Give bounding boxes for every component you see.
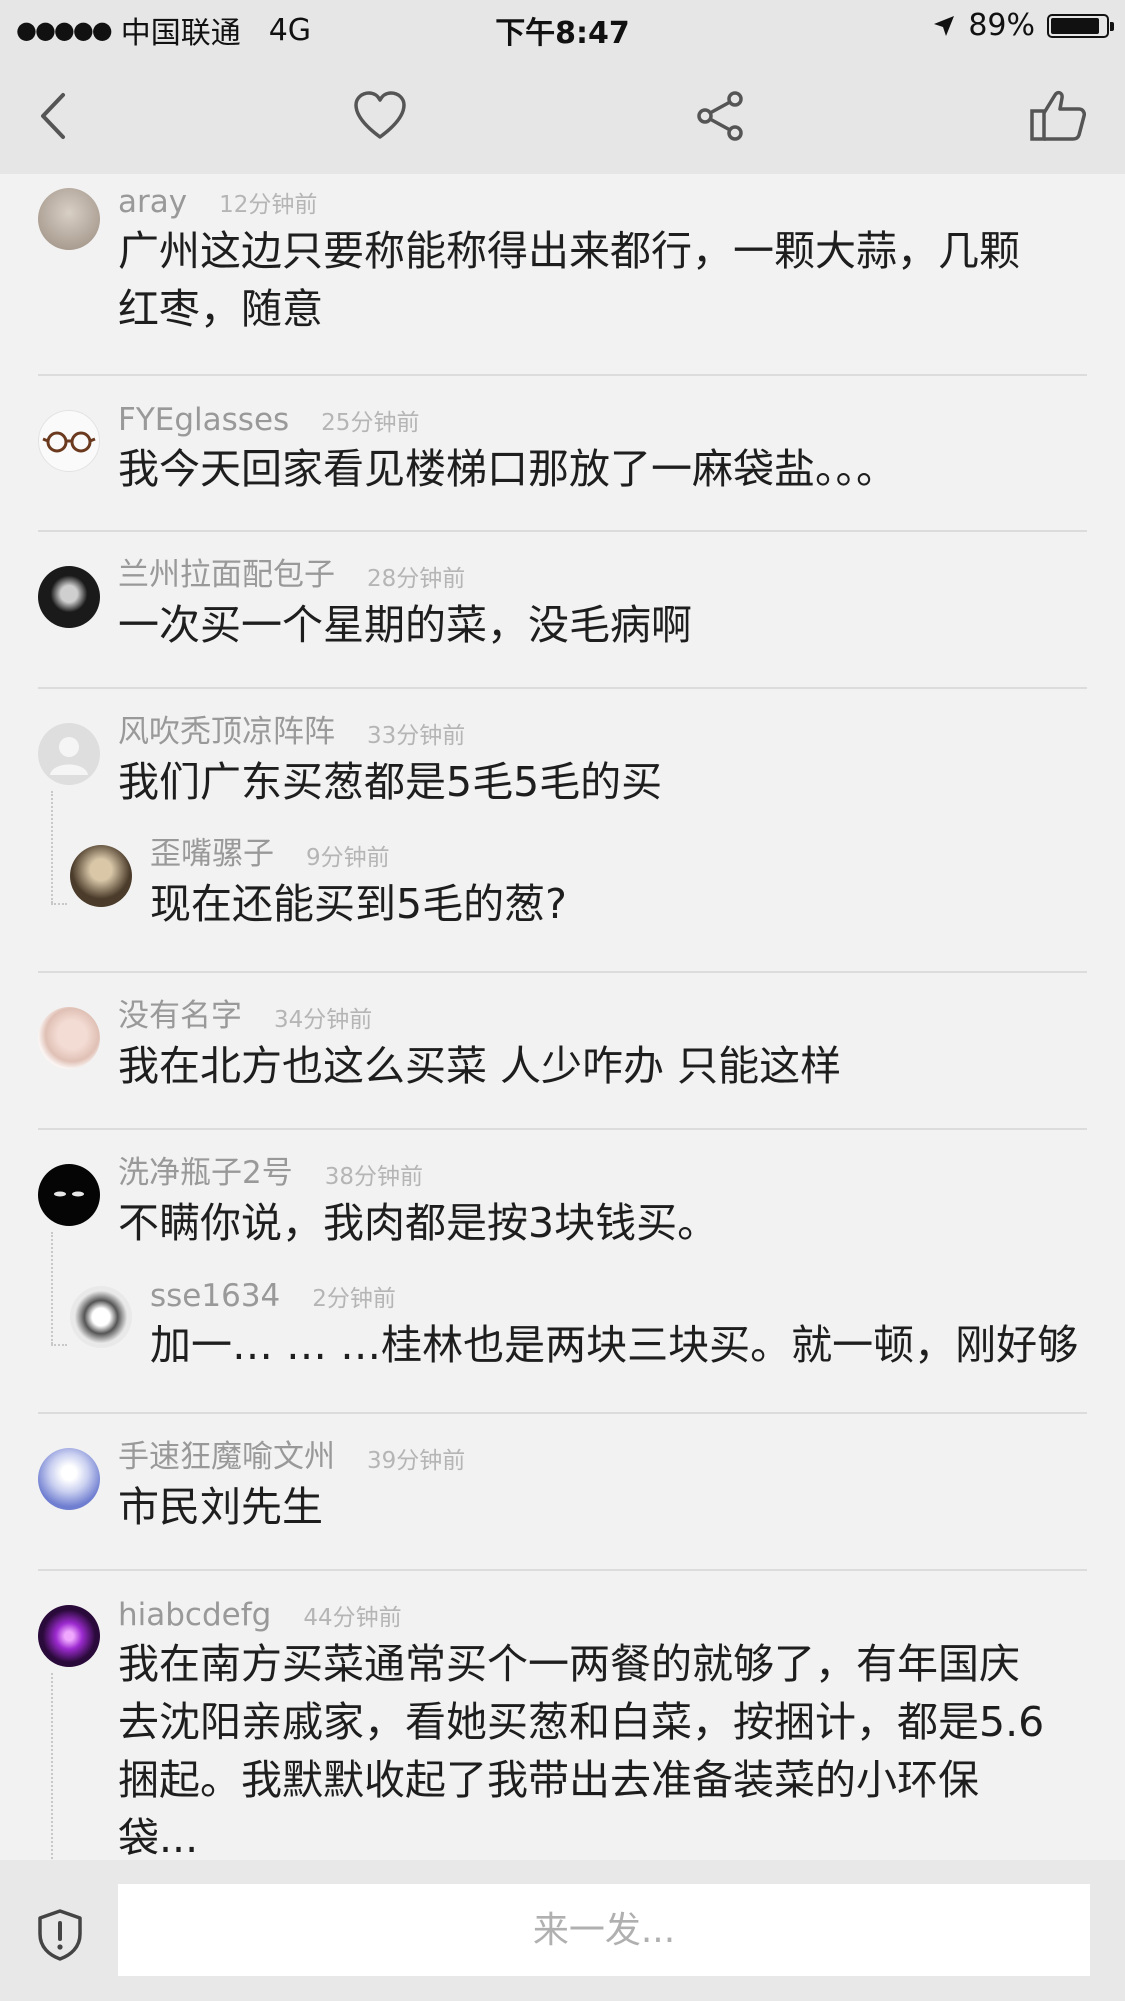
comment-username[interactable]: 没有名字 (118, 990, 242, 1035)
reply-username[interactable]: 歪嘴骡子 (150, 828, 274, 873)
battery-percent: 89% (968, 8, 1035, 43)
avatar[interactable] (38, 410, 100, 472)
default-avatar-icon[interactable] (38, 723, 100, 785)
share-icon (697, 91, 743, 141)
comment-item[interactable]: FYEglasses 25分钟前 我今天回家看见楼梯口那放了一麻袋盐。。。 (38, 376, 1087, 532)
status-bar: ●●●●● 中国联通 4G 下午8:47 89% (0, 0, 1125, 56)
battery-icon (1047, 13, 1114, 38)
comment-input[interactable] (118, 1884, 1090, 1976)
heart-icon (354, 91, 406, 139)
comment-text: 我在北方也这么买菜 人少咋办 只能这样 (118, 1042, 842, 1090)
reply-item[interactable]: 歪嘴骡子 9分钟前 现在还能买到5毛的葱? (70, 811, 1087, 933)
thread-connector (51, 903, 67, 905)
back-button[interactable] (22, 86, 82, 146)
thumbs-up-icon (1030, 90, 1086, 141)
comment-text: 市民刘先生 (118, 1483, 323, 1531)
comment-username[interactable]: aray (118, 184, 187, 220)
chevron-left-icon (41, 93, 65, 139)
comment-item[interactable]: 风吹秃顶凉阵阵 33分钟前 我们广东买葱都是5毛5毛的买 歪嘴骡子 9分钟前 现… (38, 689, 1087, 973)
comment-timestamp: 44分钟前 (303, 1605, 402, 1631)
comment-timestamp: 12分钟前 (219, 192, 318, 218)
comment-text: 一次买一个星期的菜，没毛病啊 (118, 601, 692, 649)
comment-timestamp: 33分钟前 (367, 723, 466, 749)
comment-timestamp: 38分钟前 (324, 1164, 424, 1190)
avatar[interactable] (38, 188, 100, 250)
avatar[interactable] (38, 1448, 100, 1510)
battery-level (1051, 17, 1100, 34)
comment-item[interactable]: 手速狂魔喻文州 39分钟前 市民刘先生 (38, 1414, 1087, 1571)
comment-username[interactable]: 手速狂魔喻文州 (118, 1431, 335, 1476)
reply-text: 现在还能买到5毛的葱? (150, 880, 567, 928)
avatar[interactable] (38, 1605, 100, 1667)
comment-text: 我今天回家看见楼梯口那放了一麻袋盐。。。 (118, 445, 897, 493)
comment-composer-bar (0, 1860, 1125, 2001)
comment-item[interactable]: 洗净瓶子2号 38分钟前 不瞒你说，我肉都是按3块钱买。 sse1634 2分钟… (38, 1130, 1087, 1414)
comment-username[interactable]: 风吹秃顶凉阵阵 (118, 706, 335, 751)
comment-timestamp: 28分钟前 (367, 566, 466, 592)
comment-timestamp: 34分钟前 (274, 1007, 373, 1033)
reply-text: 加一… … …桂林也是两块三块买。就一顿，刚好够 (150, 1321, 1079, 1369)
comment-text: 我在南方买菜通常买个一两餐的就够了，有年国庆 去沈阳亲戚家，看她买葱和白菜，按捆… (118, 1640, 1045, 1860)
nav-bar (0, 56, 1125, 174)
shield-icon[interactable] (36, 1908, 84, 1962)
avatar[interactable] (70, 1286, 132, 1348)
avatar[interactable] (38, 1007, 100, 1069)
comment-text: 我们广东买葱都是5毛5毛的买 (118, 758, 663, 806)
favorite-button[interactable] (350, 86, 410, 146)
avatar[interactable] (38, 1164, 100, 1226)
comment-text: 广州这边只要称能称得出来都行，一颗大蒜，几颗 红枣，随意 (118, 227, 1020, 333)
comment-username[interactable]: 洗净瓶子2号 (118, 1147, 293, 1192)
comment-username[interactable]: 兰州拉面配包子 (118, 549, 335, 594)
comment-list[interactable]: aray 12分钟前 广州这边只要称能称得出来都行，一颗大蒜，几颗 红枣，随意 (0, 174, 1125, 1860)
like-button[interactable] (1028, 86, 1088, 146)
share-button[interactable] (690, 86, 750, 146)
comment-timestamp: 25分钟前 (321, 410, 420, 436)
reply-timestamp: 9分钟前 (306, 845, 390, 871)
glasses-icon (42, 431, 96, 453)
reply-username[interactable]: sse1634 (150, 1278, 280, 1314)
reply-item[interactable]: sse1634 2分钟前 加一… … …桂林也是两块三块买。就一顿，刚好够 (70, 1252, 1087, 1374)
comment-timestamp: 39分钟前 (367, 1448, 466, 1474)
comment-text: 不瞒你说，我肉都是按3块钱买。 (118, 1199, 719, 1247)
comment-item[interactable]: 兰州拉面配包子 28分钟前 一次买一个星期的菜，没毛病啊 (38, 532, 1087, 689)
status-right: 89% (932, 8, 1114, 43)
comment-username[interactable]: FYEglasses (118, 402, 289, 438)
thread-connector (51, 1344, 67, 1346)
comment-item[interactable]: aray 12分钟前 广州这边只要称能称得出来都行，一颗大蒜，几颗 红枣，随意 (38, 174, 1087, 376)
reply-timestamp: 2分钟前 (312, 1286, 396, 1312)
avatar[interactable] (70, 845, 132, 907)
location-arrow-icon (934, 15, 955, 36)
comment-username[interactable]: hiabcdefg (118, 1597, 271, 1633)
comment-item[interactable]: 没有名字 34分钟前 我在北方也这么买菜 人少咋办 只能这样 (38, 973, 1087, 1130)
comment-item[interactable]: hiabcdefg 44分钟前 我在南方买菜通常买个一两餐的就够了，有年国庆 去… (38, 1571, 1087, 1860)
avatar[interactable] (38, 566, 100, 628)
